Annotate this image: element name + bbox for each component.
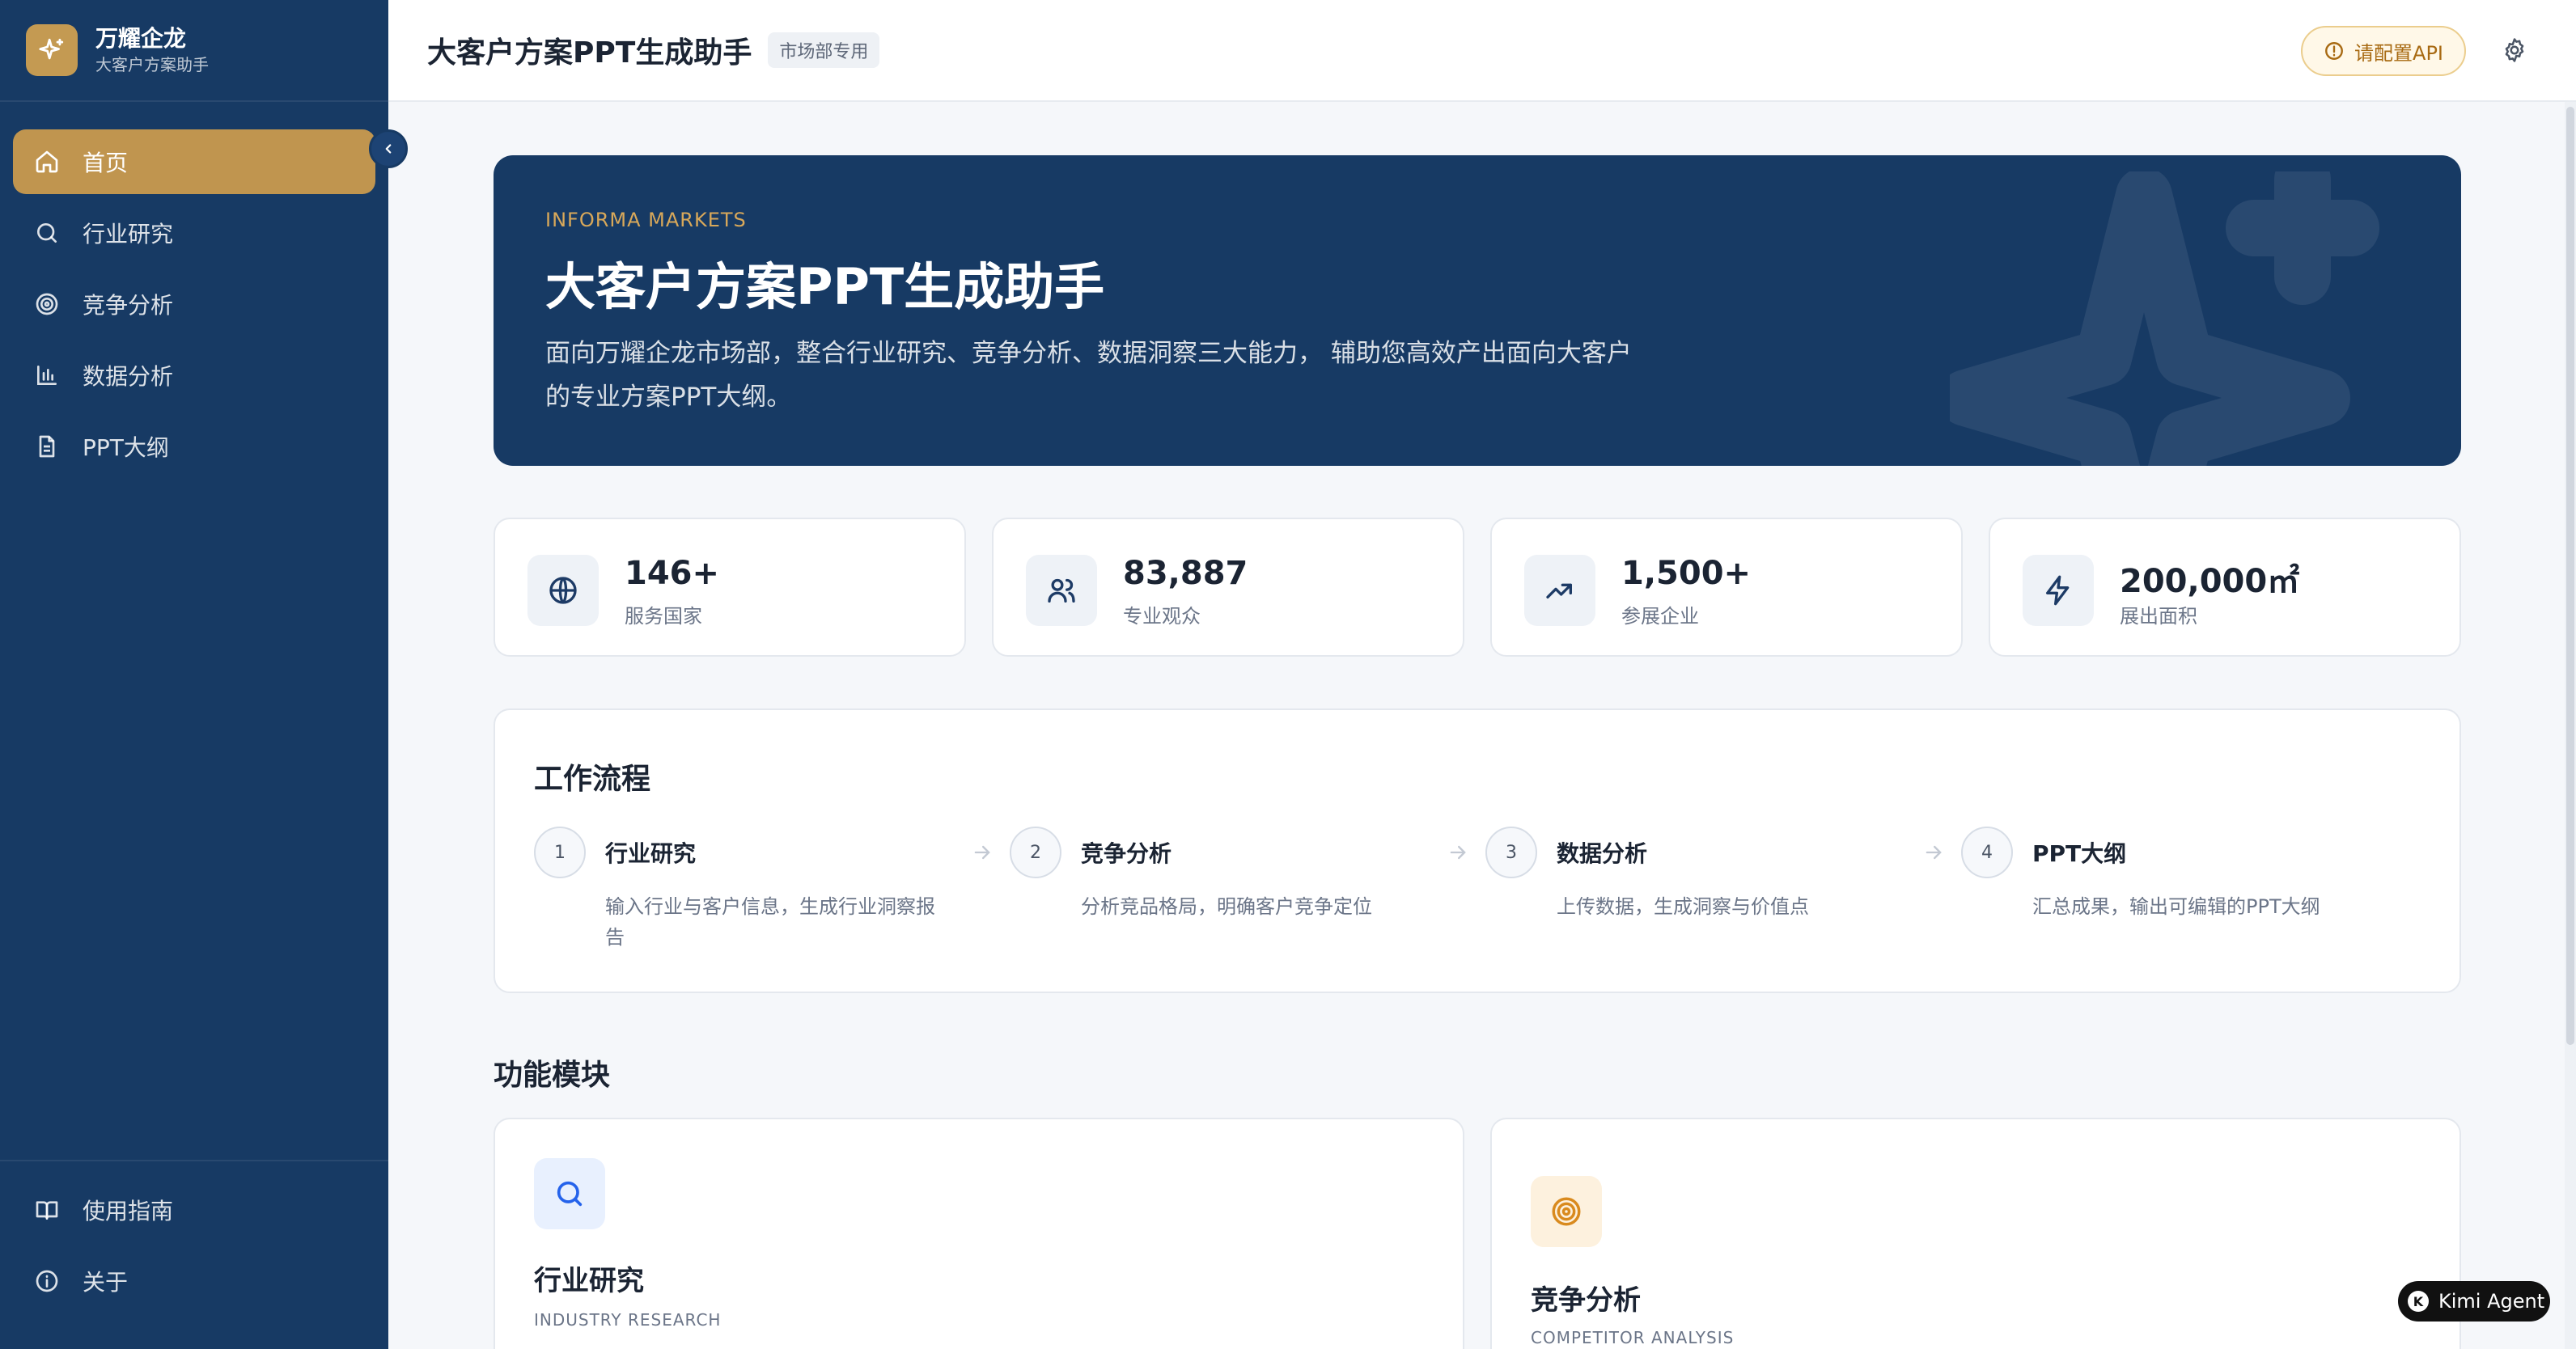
step-title: 数据分析 <box>1557 840 1648 867</box>
sidebar-item-label: 行业研究 <box>83 221 174 247</box>
brand[interactable]: 万耀企龙 大客户方案助手 <box>0 0 388 102</box>
step-title: PPT大纲 <box>2032 840 2127 867</box>
stat-value: 1,500+ <box>1621 555 1752 592</box>
configure-api-label: 请配置API <box>2354 41 2443 65</box>
users-icon <box>1026 555 1097 626</box>
hero-description: 面向万耀企龙市场部，整合行业研究、竞争分析、数据洞察三大能力， 辅助您高效产出面… <box>545 339 1632 412</box>
stat-value: 200,000㎡ <box>2120 563 2300 600</box>
step-title: 竞争分析 <box>1081 840 1172 867</box>
module-name: 竞争分析 <box>1531 1284 1641 1317</box>
sidebar-item-guide[interactable]: 使用指南 <box>13 1178 375 1242</box>
sidebar-item-label: PPT大纲 <box>83 434 169 461</box>
stat-label: 参展企业 <box>1621 605 1699 628</box>
home-icon <box>32 147 61 176</box>
main-scrollbar[interactable] <box>2565 102 2576 1349</box>
step-number: 3 <box>1485 827 1537 878</box>
module-name: 行业研究 <box>534 1265 644 1297</box>
step-description: 上传数据，生成洞察与价值点 <box>1557 895 1809 918</box>
step-description: 输入行业与客户信息，生成行业洞察报告 <box>605 895 935 949</box>
sidebar-nav: 首页 行业研究 竞争分析 数据分析 PPT大纲 <box>13 129 375 485</box>
stat-card-countries: 146+ 服务国家 <box>494 518 966 657</box>
arrow-right-icon <box>1926 845 1942 860</box>
kimi-agent-button[interactable]: K Kimi Agent <box>2398 1281 2550 1322</box>
sidebar-item-label: 使用指南 <box>83 1198 174 1224</box>
sidebar-item-industry-research[interactable]: 行业研究 <box>13 201 375 265</box>
stat-value: 146+ <box>625 555 720 592</box>
page-title: 大客户方案PPT生成助手 <box>427 36 752 70</box>
sparkle-decoration-icon <box>1950 171 2379 466</box>
sparkle-icon <box>26 24 78 76</box>
workflow-title: 工作流程 <box>534 763 651 796</box>
sidebar-item-ppt-outline[interactable]: PPT大纲 <box>13 414 375 479</box>
agent-label: Kimi Agent <box>2438 1290 2545 1313</box>
stat-card-area: 200,000㎡ 展出面积 <box>1989 518 2461 657</box>
scrollbar-thumb[interactable] <box>2566 107 2574 1045</box>
module-english-name: COMPETITOR ANALYSIS <box>1531 1328 1735 1347</box>
hero-eyebrow: INFORMA MARKETS <box>545 209 747 231</box>
hero-title: 大客户方案PPT生成助手 <box>545 257 1105 316</box>
workflow-card: 工作流程 1 行业研究 输入行业与客户信息，生成行业洞察报告 2 竞争分析 分析… <box>494 708 2461 993</box>
modules-title: 功能模块 <box>494 1059 611 1092</box>
book-icon <box>32 1195 61 1224</box>
arrow-right-icon <box>974 845 990 860</box>
step-description: 汇总成果，输出可编辑的PPT大纲 <box>2032 895 2320 918</box>
stat-card-visitors: 83,887 专业观众 <box>992 518 1464 657</box>
sidebar-item-about[interactable]: 关于 <box>13 1249 375 1313</box>
target-icon <box>1531 1176 1602 1247</box>
sidebar: 万耀企龙 大客户方案助手 首页 行业研究 竞争分析 数据分析 PPT大纲 使用指… <box>0 0 388 1349</box>
step-title: 行业研究 <box>605 840 697 867</box>
configure-api-button[interactable]: 请配置API <box>2301 26 2466 76</box>
globe-icon <box>527 555 599 626</box>
module-english-name: INDUSTRY RESEARCH <box>534 1310 722 1330</box>
sidebar-footer: 使用指南 关于 <box>0 1160 388 1320</box>
agent-initial: K <box>2408 1291 2429 1312</box>
target-icon <box>32 290 61 319</box>
arrow-right-icon <box>1450 845 1466 860</box>
step-number: 2 <box>1010 827 1061 878</box>
search-icon <box>534 1158 605 1229</box>
gear-icon <box>2505 38 2524 62</box>
trending-up-icon <box>1524 555 1595 626</box>
bar-chart-icon <box>32 361 61 390</box>
stat-label: 服务国家 <box>625 605 702 628</box>
chevron-left-icon <box>385 144 392 154</box>
sidebar-item-label: 竞争分析 <box>83 292 174 319</box>
search-icon <box>32 218 61 247</box>
sidebar-item-label: 关于 <box>83 1269 129 1296</box>
sidebar-item-competitor-analysis[interactable]: 竞争分析 <box>13 272 375 336</box>
info-icon <box>32 1267 61 1296</box>
brand-subtitle: 大客户方案助手 <box>95 55 209 74</box>
step-number: 1 <box>534 827 586 878</box>
lightning-icon <box>2023 555 2094 626</box>
sidebar-item-label: 数据分析 <box>83 363 174 390</box>
stat-card-exhibitors: 1,500+ 参展企业 <box>1490 518 1963 657</box>
stat-label: 展出面积 <box>2120 605 2197 628</box>
stat-value: 83,887 <box>1123 555 1248 592</box>
settings-button[interactable] <box>2498 34 2531 66</box>
collapse-sidebar-button[interactable] <box>369 129 408 168</box>
step-description: 分析竞品格局，明确客户竞争定位 <box>1081 895 1372 918</box>
sidebar-item-data-analysis[interactable]: 数据分析 <box>13 343 375 408</box>
module-card-industry-research[interactable]: 行业研究 INDUSTRY RESEARCH <box>494 1118 1464 1349</box>
sidebar-item-label: 首页 <box>83 150 129 176</box>
module-card-competitor-analysis[interactable]: 竞争分析 COMPETITOR ANALYSIS <box>1490 1118 2461 1349</box>
sidebar-item-home[interactable]: 首页 <box>13 129 375 194</box>
title-badge: 市场部专用 <box>768 32 880 68</box>
stat-label: 专业观众 <box>1123 605 1201 628</box>
document-icon <box>32 432 61 461</box>
brand-name: 万耀企龙 <box>95 25 187 52</box>
top-header: 大客户方案PPT生成助手 市场部专用 请配置API <box>388 0 2576 102</box>
hero-banner: INFORMA MARKETS 大客户方案PPT生成助手 面向万耀企龙市场部，整… <box>494 155 2461 466</box>
alert-circle-icon <box>2324 40 2345 61</box>
step-number: 4 <box>1961 827 2013 878</box>
